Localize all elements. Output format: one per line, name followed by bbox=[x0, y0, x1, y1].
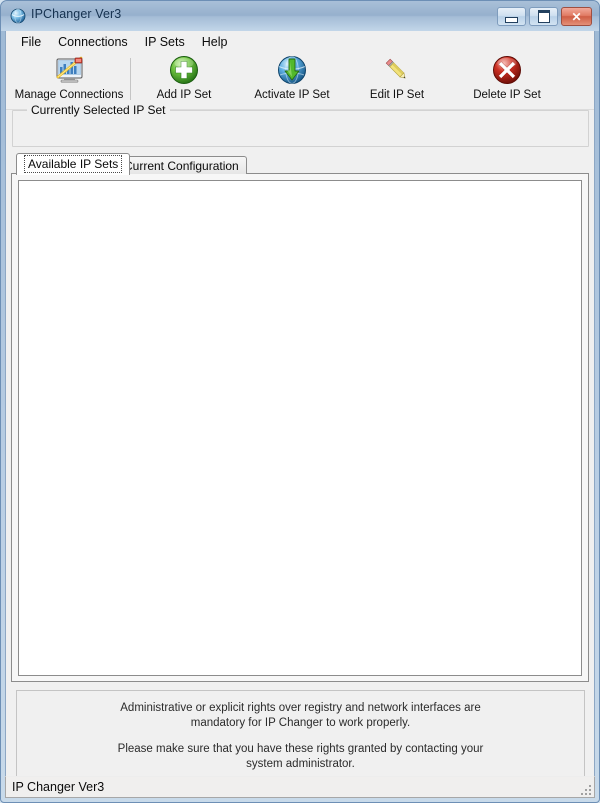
client-area: File Connections IP Sets Help Manage Con… bbox=[5, 31, 595, 796]
menu-bar: File Connections IP Sets Help bbox=[6, 31, 594, 52]
minimize-button[interactable] bbox=[497, 7, 526, 26]
tab-page-available-ip-sets bbox=[11, 173, 589, 682]
tab-current-configuration[interactable]: Current Configuration bbox=[116, 156, 247, 174]
minimize-icon bbox=[498, 8, 525, 25]
close-icon: ✕ bbox=[571, 9, 582, 24]
status-bar-text: IP Changer Ver3 bbox=[12, 780, 105, 794]
status-bar: IP Changer Ver3 bbox=[5, 776, 595, 798]
toolbar-button-label: Edit IP Set bbox=[369, 89, 425, 101]
toolbar-button-manage-connections[interactable]: Manage Connections bbox=[12, 54, 126, 106]
toolbar-button-label: Manage Connections bbox=[14, 89, 124, 101]
info-line-4: system administrator. bbox=[246, 758, 355, 770]
title-bar[interactable]: IPChanger Ver3 ✕ bbox=[1, 1, 599, 31]
network-monitor-icon bbox=[53, 54, 85, 86]
maximize-icon bbox=[530, 8, 557, 25]
window-title: IPChanger Ver3 bbox=[31, 7, 122, 21]
menu-item-help[interactable]: Help bbox=[195, 33, 238, 51]
toolbar-button-activate-ip-set[interactable]: Activate IP Set bbox=[244, 54, 340, 106]
tab-available-ip-sets[interactable]: Available IP Sets bbox=[16, 153, 131, 175]
application-window: IPChanger Ver3 ✕ File Connections IP Set… bbox=[0, 0, 600, 803]
group-title: Currently Selected IP Set bbox=[27, 103, 170, 117]
tab-strip: Available IP Sets Current Configuration bbox=[11, 153, 589, 175]
toolbar-button-label: Add IP Set bbox=[156, 89, 212, 101]
toolbar-button-delete-ip-set[interactable]: Delete IP Set bbox=[461, 54, 553, 106]
toolbar-button-label: Activate IP Set bbox=[254, 89, 330, 101]
menu-item-file[interactable]: File bbox=[14, 33, 51, 51]
tab-label: Available IP Sets bbox=[24, 155, 123, 173]
pencil-icon bbox=[381, 54, 413, 86]
red-x-icon bbox=[491, 54, 523, 86]
menu-item-ip-sets[interactable]: IP Sets bbox=[138, 33, 195, 51]
green-plus-icon bbox=[168, 54, 200, 86]
ip-sets-list[interactable] bbox=[18, 180, 582, 676]
toolbar-separator bbox=[130, 58, 131, 100]
resize-grip-icon[interactable] bbox=[578, 782, 591, 795]
tab-label: Current Configuration bbox=[124, 158, 239, 173]
info-panel: Administrative or explicit rights over r… bbox=[16, 690, 585, 796]
info-line-2: mandatory for IP Changer to work properl… bbox=[190, 717, 411, 729]
toolbar-button-label: Delete IP Set bbox=[473, 89, 541, 101]
app-globe-icon bbox=[10, 8, 26, 24]
currently-selected-ip-set-group: Currently Selected IP Set bbox=[12, 103, 589, 147]
toolbar-button-add-ip-set[interactable]: Add IP Set bbox=[139, 54, 229, 106]
globe-download-icon bbox=[276, 54, 308, 86]
info-line-3: Please make sure that you have these rig… bbox=[117, 743, 484, 755]
toolbar: Manage Connections Add IP Set Activate I… bbox=[6, 52, 594, 110]
maximize-button[interactable] bbox=[529, 7, 558, 26]
close-button[interactable]: ✕ bbox=[561, 7, 592, 26]
ip-sets-list-empty-text bbox=[19, 181, 581, 189]
toolbar-button-edit-ip-set[interactable]: Edit IP Set bbox=[358, 54, 436, 106]
info-line-1: Administrative or explicit rights over r… bbox=[120, 702, 481, 714]
menu-item-connections[interactable]: Connections bbox=[51, 33, 138, 51]
